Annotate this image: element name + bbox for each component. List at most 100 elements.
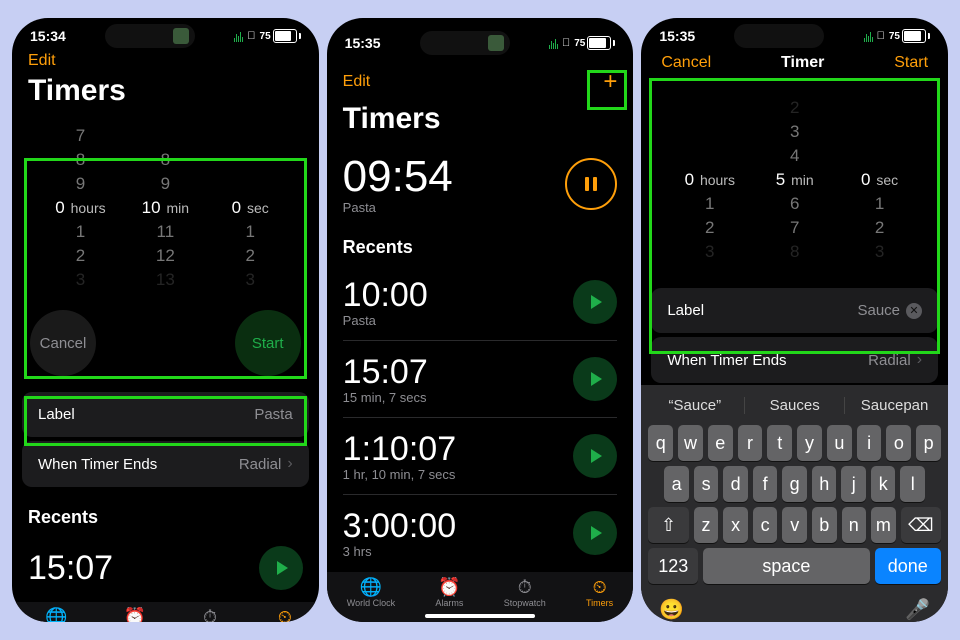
recent-timer-item: 3:00:00 3 hrs [343,495,618,571]
edit-button[interactable]: Edit [28,52,56,70]
recent-timer-item: 10:00 Pasta [343,264,618,341]
key-r[interactable]: r [738,425,763,461]
key-w[interactable]: w [678,425,703,461]
key-o[interactable]: o [886,425,911,461]
edit-button[interactable]: Edit [343,73,371,91]
page-title: Timers [327,102,634,144]
play-icon [591,295,602,309]
stopwatch-icon: ⏱ [518,578,532,596]
recent-timer-item: 1:10:07 1 hr, 10 min, 7 secs [343,418,618,495]
key-q[interactable]: q [648,425,673,461]
home-indicator[interactable] [425,614,535,618]
wifi-icon: 􀙇 [562,37,570,49]
page-title: Timers [12,74,319,116]
when-timer-ends-row[interactable]: When Timer Ends Radial› [651,337,938,383]
key-k[interactable]: k [871,466,896,502]
globe-icon: 🌐 [360,578,382,596]
key-d[interactable]: d [723,466,748,502]
dynamic-island[interactable] [420,31,510,55]
cancel-button[interactable]: Cancel [661,54,711,72]
pause-button[interactable] [565,158,617,210]
play-icon [591,449,602,463]
key-b[interactable]: b [812,507,837,543]
play-button[interactable] [573,434,617,478]
when-ends-title: When Timer Ends [38,456,157,473]
key-l[interactable]: l [900,466,925,502]
key-t[interactable]: t [767,425,792,461]
label-input-value[interactable]: Sauce [857,302,900,319]
recent-timer-item: 15:07 15 min, 7 secs [343,341,618,418]
keyboard: Sauce Sauces Saucepan qwertyuiop asdfghj… [641,385,948,622]
play-button[interactable] [573,511,617,555]
backspace-key[interactable]: ⌫ [901,507,941,543]
cancel-button[interactable]: Cancel [30,310,96,376]
recents-header: Recents [327,219,634,264]
key-j[interactable]: j [841,466,866,502]
shift-key[interactable]: ⇧ [648,507,688,543]
suggestion[interactable]: Sauces [745,397,845,414]
key-a[interactable]: a [664,466,689,502]
when-ends-title: When Timer Ends [667,352,786,369]
dynamic-island[interactable] [734,24,824,48]
add-timer-button[interactable]: + [603,68,617,96]
status-time: 15:35 [659,28,695,44]
pause-icon [585,177,589,191]
status-icons: 􀙇 75 [864,29,930,43]
statusbar: 15:34 􀙇 75 [12,18,319,48]
key-u[interactable]: u [827,425,852,461]
time-picker[interactable]: 0 hours123 2345 min678 0 sec123 [651,88,938,272]
play-button[interactable] [573,280,617,324]
clear-text-icon[interactable]: ✕ [906,303,922,319]
start-button[interactable]: Start [894,54,928,72]
time-picker[interactable]: 7890 hours123 8910 min111213 0 sec123 [22,116,309,300]
key-n[interactable]: n [842,507,867,543]
numbers-key[interactable]: 123 [648,548,698,584]
key-m[interactable]: m [871,507,896,543]
space-key[interactable]: space [703,548,869,584]
key-z[interactable]: z [694,507,719,543]
dictation-key[interactable]: 🎤 [905,597,930,622]
key-h[interactable]: h [812,466,837,502]
when-timer-ends-row[interactable]: When Timer Ends Radial› [22,441,309,487]
timer-icon: ⏲ [593,578,607,596]
key-v[interactable]: v [782,507,807,543]
tab-stopwatch[interactable]: ⏱Stopwatch [189,608,231,622]
key-c[interactable]: c [753,507,778,543]
play-button[interactable] [259,546,303,590]
audio-equalizer-icon [549,37,558,49]
key-g[interactable]: g [782,466,807,502]
suggestion[interactable]: Sauce [645,397,745,414]
emoji-key[interactable]: 😀 [659,597,684,622]
stopwatch-icon: ⏱ [203,608,217,622]
album-art-icon [173,28,189,44]
tab-world-clock[interactable]: 🌐World Clock [32,608,80,622]
key-p[interactable]: p [916,425,941,461]
key-y[interactable]: y [797,425,822,461]
tab-timers[interactable]: ⏲Timers [586,578,613,608]
dynamic-island[interactable] [105,24,195,48]
battery-icon: 75 [889,29,930,43]
chevron-right-icon: › [287,455,292,473]
statusbar: 15:35 􀙇 75 [327,18,634,62]
key-f[interactable]: f [753,466,778,502]
suggestion[interactable]: Saucepan [845,397,944,414]
tab-timers[interactable]: ⏲Timers [271,608,298,622]
key-e[interactable]: e [708,425,733,461]
label-row[interactable]: Label Sauce✕ [651,288,938,333]
play-button[interactable] [573,357,617,401]
screen-2-timers-running: 15:35 􀙇 75 Edit + Timers 09:54 Pasta Rec… [327,18,634,622]
key-x[interactable]: x [723,507,748,543]
start-button[interactable]: Start [235,310,301,376]
audio-equalizer-icon [864,30,873,42]
tab-world-clock[interactable]: 🌐World Clock [347,578,395,608]
play-icon [591,372,602,386]
tab-stopwatch[interactable]: ⏱Stopwatch [504,578,546,608]
done-key[interactable]: done [875,548,942,584]
tab-alarms[interactable]: ⏰Alarms [121,608,149,622]
key-i[interactable]: i [857,425,882,461]
audio-equalizer-icon [234,30,243,42]
sound-value: Radial [868,352,911,369]
key-s[interactable]: s [694,466,719,502]
tab-alarms[interactable]: ⏰Alarms [435,578,463,608]
label-row[interactable]: Label Pasta [22,392,309,437]
